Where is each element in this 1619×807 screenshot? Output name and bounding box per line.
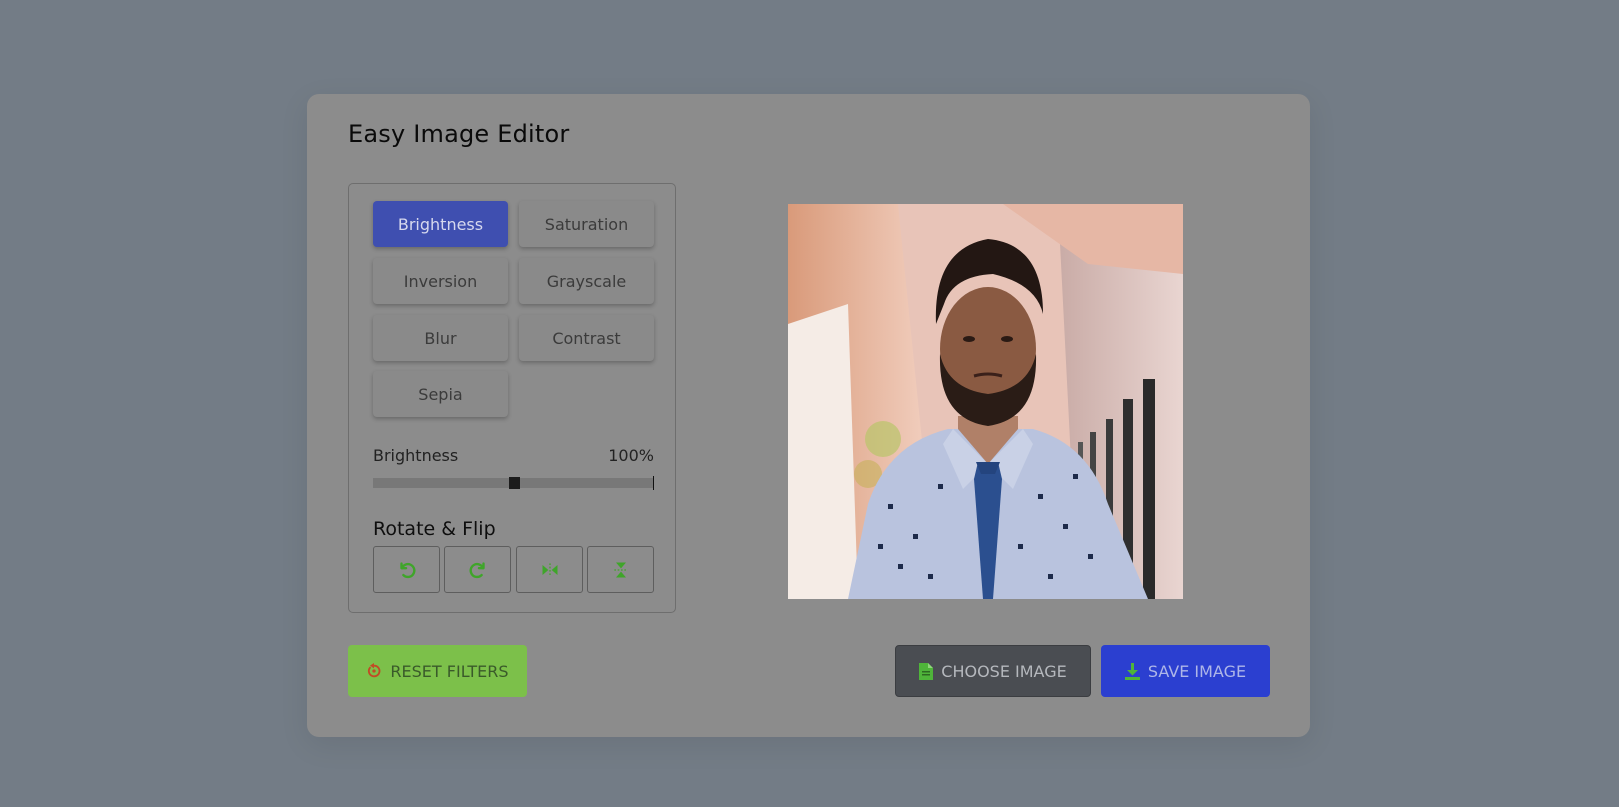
- download-icon: [1124, 662, 1140, 680]
- flip-horizontal-button[interactable]: [516, 546, 583, 593]
- slider-info: Brightness 100%: [373, 446, 654, 466]
- rotate-right-icon: [469, 561, 485, 578]
- filter-contrast-button[interactable]: Contrast: [519, 315, 654, 361]
- flip-horizontal-icon: [542, 562, 557, 577]
- file-icon: [919, 662, 934, 680]
- slider-end-tick: [653, 476, 654, 490]
- save-image-label: SAVE IMAGE: [1147, 661, 1247, 681]
- flip-vertical-button[interactable]: [587, 546, 654, 593]
- slider-thumb[interactable]: [508, 477, 520, 489]
- slider-value: 100%: [608, 446, 654, 465]
- rotate-flip-buttons: [373, 546, 655, 594]
- slider-name: Brightness: [373, 446, 459, 465]
- filter-blur-button[interactable]: Blur: [373, 315, 508, 361]
- save-image-button[interactable]: SAVE IMAGE: [1101, 645, 1270, 697]
- rotate-flip-title: Rotate & Flip: [373, 518, 496, 540]
- choose-image-label: CHOOSE IMAGE: [941, 661, 1067, 681]
- reset-filters-button[interactable]: RESET FILTERS: [348, 645, 527, 697]
- rotate-left-icon: [399, 561, 415, 578]
- rotate-right-button[interactable]: [444, 546, 511, 593]
- reset-icon: [368, 663, 381, 678]
- brightness-slider[interactable]: [373, 476, 654, 490]
- reset-filters-label: RESET FILTERS: [390, 661, 509, 681]
- rotate-left-button[interactable]: [373, 546, 440, 593]
- filter-sepia-button[interactable]: Sepia: [373, 371, 508, 417]
- app-title: Easy Image Editor: [348, 120, 570, 148]
- controls-panel: Brightness Saturation Inversion Grayscal…: [348, 183, 676, 613]
- preview-image: [788, 204, 1183, 599]
- editor-card: Easy Image Editor Brightness Saturation …: [307, 94, 1310, 737]
- flip-vertical-icon: [613, 562, 628, 577]
- filter-grayscale-button[interactable]: Grayscale: [519, 258, 654, 304]
- filter-inversion-button[interactable]: Inversion: [373, 258, 508, 304]
- preview-photo: [788, 204, 1183, 599]
- filter-saturation-button[interactable]: Saturation: [519, 201, 654, 247]
- filter-brightness-button[interactable]: Brightness: [373, 201, 508, 247]
- choose-image-button[interactable]: CHOOSE IMAGE: [895, 645, 1091, 697]
